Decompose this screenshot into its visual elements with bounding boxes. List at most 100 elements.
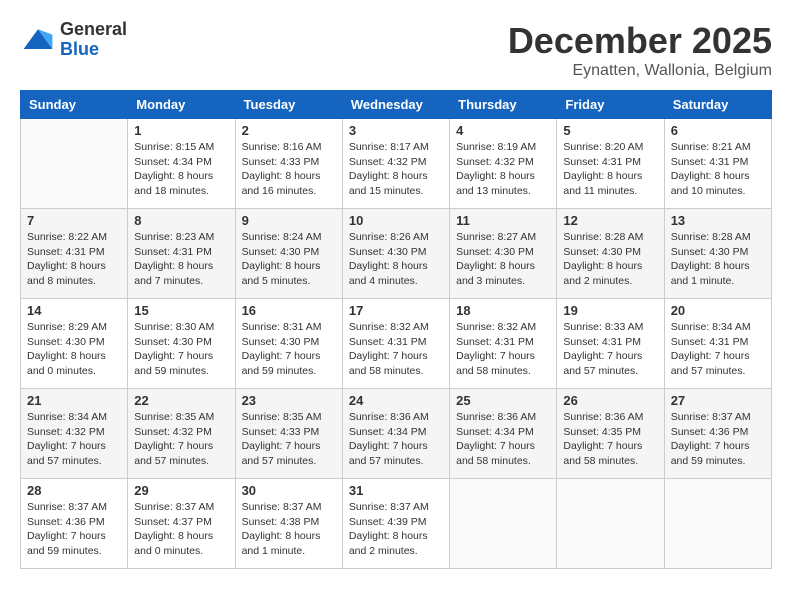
day-number: 18: [456, 303, 550, 318]
day-info: Sunrise: 8:37 AMSunset: 4:38 PMDaylight:…: [242, 500, 336, 559]
calendar-day: 17 Sunrise: 8:32 AMSunset: 4:31 PMDayligh…: [342, 299, 449, 389]
calendar-day: 25 Sunrise: 8:36 AMSunset: 4:34 PMDayligh…: [450, 389, 557, 479]
day-number: 2: [242, 123, 336, 138]
day-number: 12: [563, 213, 657, 228]
day-number: 22: [134, 393, 228, 408]
day-number: 1: [134, 123, 228, 138]
calendar-day: [664, 479, 771, 569]
day-info: Sunrise: 8:36 AMSunset: 4:34 PMDaylight:…: [349, 410, 443, 469]
day-info: Sunrise: 8:30 AMSunset: 4:30 PMDaylight:…: [134, 320, 228, 379]
calendar-day: 10Sunrise: 8:26 AMSunset: 4:30 PMDayligh…: [342, 209, 449, 299]
calendar-day: 14 Sunrise: 8:29 AMSunset: 4:30 PMDayligh…: [21, 299, 128, 389]
day-info: Sunrise: 8:24 AMSunset: 4:30 PMDaylight:…: [242, 230, 336, 289]
calendar-day: 19 Sunrise: 8:33 AMSunset: 4:31 PMDayligh…: [557, 299, 664, 389]
calendar-day: 27Sunrise: 8:37 AMSunset: 4:36 PMDayligh…: [664, 389, 771, 479]
logo-icon: [20, 22, 56, 58]
day-info: Sunrise: 8:22 AMSunset: 4:31 PMDaylight:…: [27, 230, 121, 289]
day-number: 26: [563, 393, 657, 408]
day-number: 25: [456, 393, 550, 408]
calendar-day: 6 Sunrise: 8:21 AMSunset: 4:31 PMDaylight…: [664, 119, 771, 209]
day-number: 7: [27, 213, 121, 228]
logo-blue: Blue: [60, 40, 127, 60]
day-number: 16: [242, 303, 336, 318]
day-info: Sunrise: 8:35 AMSunset: 4:33 PMDaylight:…: [242, 410, 336, 469]
day-number: 6: [671, 123, 765, 138]
day-info: Sunrise: 8:29 AMSunset: 4:30 PMDaylight:…: [27, 320, 121, 379]
day-of-week-header: Wednesday: [342, 91, 449, 119]
day-number: 8: [134, 213, 228, 228]
calendar-day: 23 Sunrise: 8:35 AMSunset: 4:33 PMDayligh…: [235, 389, 342, 479]
day-number: 31: [349, 483, 443, 498]
calendar-day: 7 Sunrise: 8:22 AMSunset: 4:31 PMDaylight…: [21, 209, 128, 299]
calendar-day: 8 Sunrise: 8:23 AMSunset: 4:31 PMDaylight…: [128, 209, 235, 299]
day-number: 23: [242, 393, 336, 408]
day-info: Sunrise: 8:27 AMSunset: 4:30 PMDaylight:…: [456, 230, 550, 289]
day-info: Sunrise: 8:34 AMSunset: 4:32 PMDaylight:…: [27, 410, 121, 469]
day-info: Sunrise: 8:26 AMSunset: 4:30 PMDaylight:…: [349, 230, 443, 289]
month-title: December 2025: [508, 20, 772, 62]
day-of-week-header: Thursday: [450, 91, 557, 119]
calendar-day: 11Sunrise: 8:27 AMSunset: 4:30 PMDayligh…: [450, 209, 557, 299]
calendar-day: 12 Sunrise: 8:28 AMSunset: 4:30 PMDayligh…: [557, 209, 664, 299]
day-info: Sunrise: 8:16 AMSunset: 4:33 PMDaylight:…: [242, 140, 336, 199]
day-of-week-header: Sunday: [21, 91, 128, 119]
day-info: Sunrise: 8:15 AMSunset: 4:34 PMDaylight:…: [134, 140, 228, 199]
day-info: Sunrise: 8:37 AMSunset: 4:37 PMDaylight:…: [134, 500, 228, 559]
calendar-day: 31 Sunrise: 8:37 AMSunset: 4:39 PMDayligh…: [342, 479, 449, 569]
day-info: Sunrise: 8:32 AMSunset: 4:31 PMDaylight:…: [456, 320, 550, 379]
calendar-day: 9 Sunrise: 8:24 AMSunset: 4:30 PMDaylight…: [235, 209, 342, 299]
calendar-day: 3Sunrise: 8:17 AMSunset: 4:32 PMDaylight…: [342, 119, 449, 209]
day-info: Sunrise: 8:20 AMSunset: 4:31 PMDaylight:…: [563, 140, 657, 199]
day-number: 17: [349, 303, 443, 318]
day-number: 28: [27, 483, 121, 498]
calendar-day: 26Sunrise: 8:36 AMSunset: 4:35 PMDayligh…: [557, 389, 664, 479]
day-number: 30: [242, 483, 336, 498]
logo-text: General Blue: [60, 20, 127, 60]
calendar-day: 29 Sunrise: 8:37 AMSunset: 4:37 PMDayligh…: [128, 479, 235, 569]
calendar-day: 5 Sunrise: 8:20 AMSunset: 4:31 PMDaylight…: [557, 119, 664, 209]
day-info: Sunrise: 8:37 AMSunset: 4:39 PMDaylight:…: [349, 500, 443, 559]
calendar-day: [450, 479, 557, 569]
calendar-day: 13 Sunrise: 8:28 AMSunset: 4:30 PMDayligh…: [664, 209, 771, 299]
day-of-week-header: Monday: [128, 91, 235, 119]
calendar-table: SundayMondayTuesdayWednesdayThursdayFrid…: [20, 90, 772, 569]
day-info: Sunrise: 8:28 AMSunset: 4:30 PMDaylight:…: [563, 230, 657, 289]
day-info: Sunrise: 8:32 AMSunset: 4:31 PMDaylight:…: [349, 320, 443, 379]
day-info: Sunrise: 8:37 AMSunset: 4:36 PMDaylight:…: [671, 410, 765, 469]
calendar-day: 18 Sunrise: 8:32 AMSunset: 4:31 PMDayligh…: [450, 299, 557, 389]
day-info: Sunrise: 8:35 AMSunset: 4:32 PMDaylight:…: [134, 410, 228, 469]
day-number: 5: [563, 123, 657, 138]
calendar-day: 24Sunrise: 8:36 AMSunset: 4:34 PMDayligh…: [342, 389, 449, 479]
day-info: Sunrise: 8:28 AMSunset: 4:30 PMDaylight:…: [671, 230, 765, 289]
day-info: Sunrise: 8:34 AMSunset: 4:31 PMDaylight:…: [671, 320, 765, 379]
calendar-day: 4Sunrise: 8:19 AMSunset: 4:32 PMDaylight…: [450, 119, 557, 209]
title-block: December 2025 Eynatten, Wallonia, Belgiu…: [508, 20, 772, 80]
calendar-day: 21 Sunrise: 8:34 AMSunset: 4:32 PMDayligh…: [21, 389, 128, 479]
day-number: 4: [456, 123, 550, 138]
calendar-day: 2 Sunrise: 8:16 AMSunset: 4:33 PMDaylight…: [235, 119, 342, 209]
day-of-week-header: Friday: [557, 91, 664, 119]
calendar-day: 22 Sunrise: 8:35 AMSunset: 4:32 PMDayligh…: [128, 389, 235, 479]
calendar-day: [557, 479, 664, 569]
calendar-day: 16Sunrise: 8:31 AMSunset: 4:30 PMDayligh…: [235, 299, 342, 389]
day-info: Sunrise: 8:36 AMSunset: 4:34 PMDaylight:…: [456, 410, 550, 469]
page-header: General Blue December 2025 Eynatten, Wal…: [20, 20, 772, 80]
day-number: 14: [27, 303, 121, 318]
day-number: 29: [134, 483, 228, 498]
day-of-week-header: Tuesday: [235, 91, 342, 119]
calendar-day: 15 Sunrise: 8:30 AMSunset: 4:30 PMDayligh…: [128, 299, 235, 389]
day-number: 21: [27, 393, 121, 408]
calendar-header: SundayMondayTuesdayWednesdayThursdayFrid…: [21, 91, 772, 119]
day-number: 9: [242, 213, 336, 228]
logo-general: General: [60, 20, 127, 40]
day-info: Sunrise: 8:21 AMSunset: 4:31 PMDaylight:…: [671, 140, 765, 199]
day-info: Sunrise: 8:33 AMSunset: 4:31 PMDaylight:…: [563, 320, 657, 379]
day-number: 19: [563, 303, 657, 318]
calendar-day: 28Sunrise: 8:37 AMSunset: 4:36 PMDayligh…: [21, 479, 128, 569]
day-number: 15: [134, 303, 228, 318]
calendar-day: 1 Sunrise: 8:15 AMSunset: 4:34 PMDaylight…: [128, 119, 235, 209]
day-info: Sunrise: 8:17 AMSunset: 4:32 PMDaylight:…: [349, 140, 443, 199]
day-number: 13: [671, 213, 765, 228]
day-info: Sunrise: 8:23 AMSunset: 4:31 PMDaylight:…: [134, 230, 228, 289]
calendar-day: [21, 119, 128, 209]
